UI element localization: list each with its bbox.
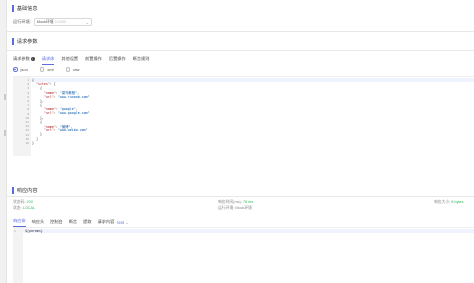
body-format-radio-group: json xml raw bbox=[13, 67, 92, 72]
tab-console[interactable]: 控制台 bbox=[50, 219, 63, 227]
tab-response-body[interactable]: 响应体 bbox=[13, 218, 26, 227]
run-env-suffix: 3.1000 bbox=[54, 19, 67, 24]
request-tabs: 请求参数 i 请求体 其他设置 前置操作 后置操作 断言规则 bbox=[13, 56, 156, 65]
status-value: LOCAL bbox=[22, 206, 36, 210]
run-env-label: 运行环境: bbox=[13, 19, 31, 24]
response-body-viewer[interactable]: 1 ${params} bbox=[13, 227, 474, 283]
divider bbox=[7, 31, 474, 32]
radio-icon bbox=[39, 67, 45, 72]
format-option-xml[interactable]: xml bbox=[39, 67, 54, 72]
response-size-value: 8 bytes bbox=[451, 200, 464, 204]
basic-info-heading: 基础信息 bbox=[12, 5, 38, 12]
collapse-handle-lower[interactable] bbox=[4, 130, 6, 136]
divider bbox=[7, 50, 474, 51]
radio-checked-icon bbox=[13, 67, 18, 72]
heading-accent-bar bbox=[12, 38, 14, 45]
tab-response-headers[interactable]: 响应头 bbox=[32, 219, 45, 227]
line-number: 16 bbox=[25, 141, 29, 145]
active-line-highlight bbox=[31, 78, 474, 82]
tab-extract[interactable]: 提取 bbox=[83, 219, 91, 227]
format-option-json[interactable]: json bbox=[13, 67, 28, 72]
basic-info-title: 基础信息 bbox=[16, 6, 38, 12]
request-body-editor[interactable]: 1 2 3 4 5 6 7 8 9 10 11 12 13 14 15 16 { "sites": [ { "… bbox=[13, 76, 474, 156]
left-sidebar-strip bbox=[0, 0, 7, 283]
line-number: 1 bbox=[14, 229, 16, 233]
collapse-handle[interactable] bbox=[4, 94, 6, 100]
line-number-gutter: 1 2 3 4 5 6 7 8 9 10 11 12 13 14 15 16 bbox=[13, 77, 31, 156]
tab-post-actions[interactable]: 后置操作 bbox=[109, 56, 126, 65]
request-params-title: 请求参数 bbox=[16, 39, 38, 45]
line-number-gutter: 1 bbox=[13, 228, 23, 283]
tab-pre-actions[interactable]: 前置操作 bbox=[85, 56, 102, 65]
response-time-item: 响应时间(ms): 78 ms bbox=[218, 200, 254, 204]
run-env-row: 运行环境: Mock环境 3.1000 ⌄ bbox=[13, 18, 92, 26]
format-option-raw[interactable]: raw bbox=[65, 67, 80, 72]
tab-request-params[interactable]: 请求参数 i bbox=[13, 56, 35, 65]
chevron-down-icon: ⌄ bbox=[125, 220, 129, 225]
response-env-item: 运行环境: Mock环境 bbox=[218, 206, 252, 210]
run-env-select[interactable]: Mock环境 3.1000 ⌄ bbox=[33, 18, 92, 26]
info-icon: i bbox=[30, 56, 35, 61]
code-line: } bbox=[32, 140, 34, 145]
tab-request-body[interactable]: 请求体 bbox=[41, 56, 55, 65]
response-heading: 响应内容 bbox=[12, 187, 38, 194]
status-code-item: 状态码: 200 bbox=[13, 200, 33, 204]
tab-assert-rules[interactable]: 断言规则 bbox=[133, 56, 150, 65]
request-params-heading: 请求参数 bbox=[12, 38, 38, 45]
run-env-value: Mock环境 bbox=[36, 19, 54, 24]
tab-other-settings[interactable]: 其他设置 bbox=[61, 56, 78, 65]
tab-assertions[interactable]: 断言 bbox=[69, 219, 77, 227]
response-body-text: ${params} bbox=[25, 228, 43, 233]
heading-accent-bar bbox=[12, 5, 14, 12]
chevron-down-icon: ⌄ bbox=[85, 19, 89, 25]
response-env-value: Mock环境 bbox=[235, 206, 252, 210]
response-title: 响应内容 bbox=[16, 188, 38, 194]
heading-accent-bar bbox=[12, 187, 14, 194]
divider bbox=[7, 196, 474, 197]
radio-icon bbox=[65, 67, 71, 72]
status-code-value: 200 bbox=[26, 200, 33, 204]
response-format-select[interactable]: text ⌄ bbox=[117, 220, 128, 225]
response-size-item: 响应大小: 8 bytes bbox=[434, 200, 464, 204]
active-line-highlight bbox=[23, 229, 474, 233]
status-item: 状态: LOCAL bbox=[13, 206, 36, 210]
response-tabs: 响应体 响应头 控制台 断言 提取 请求内容 text ⌄ bbox=[13, 218, 129, 227]
response-time-value: 78 ms bbox=[242, 200, 254, 204]
tab-request-content[interactable]: 请求内容 bbox=[98, 219, 115, 227]
